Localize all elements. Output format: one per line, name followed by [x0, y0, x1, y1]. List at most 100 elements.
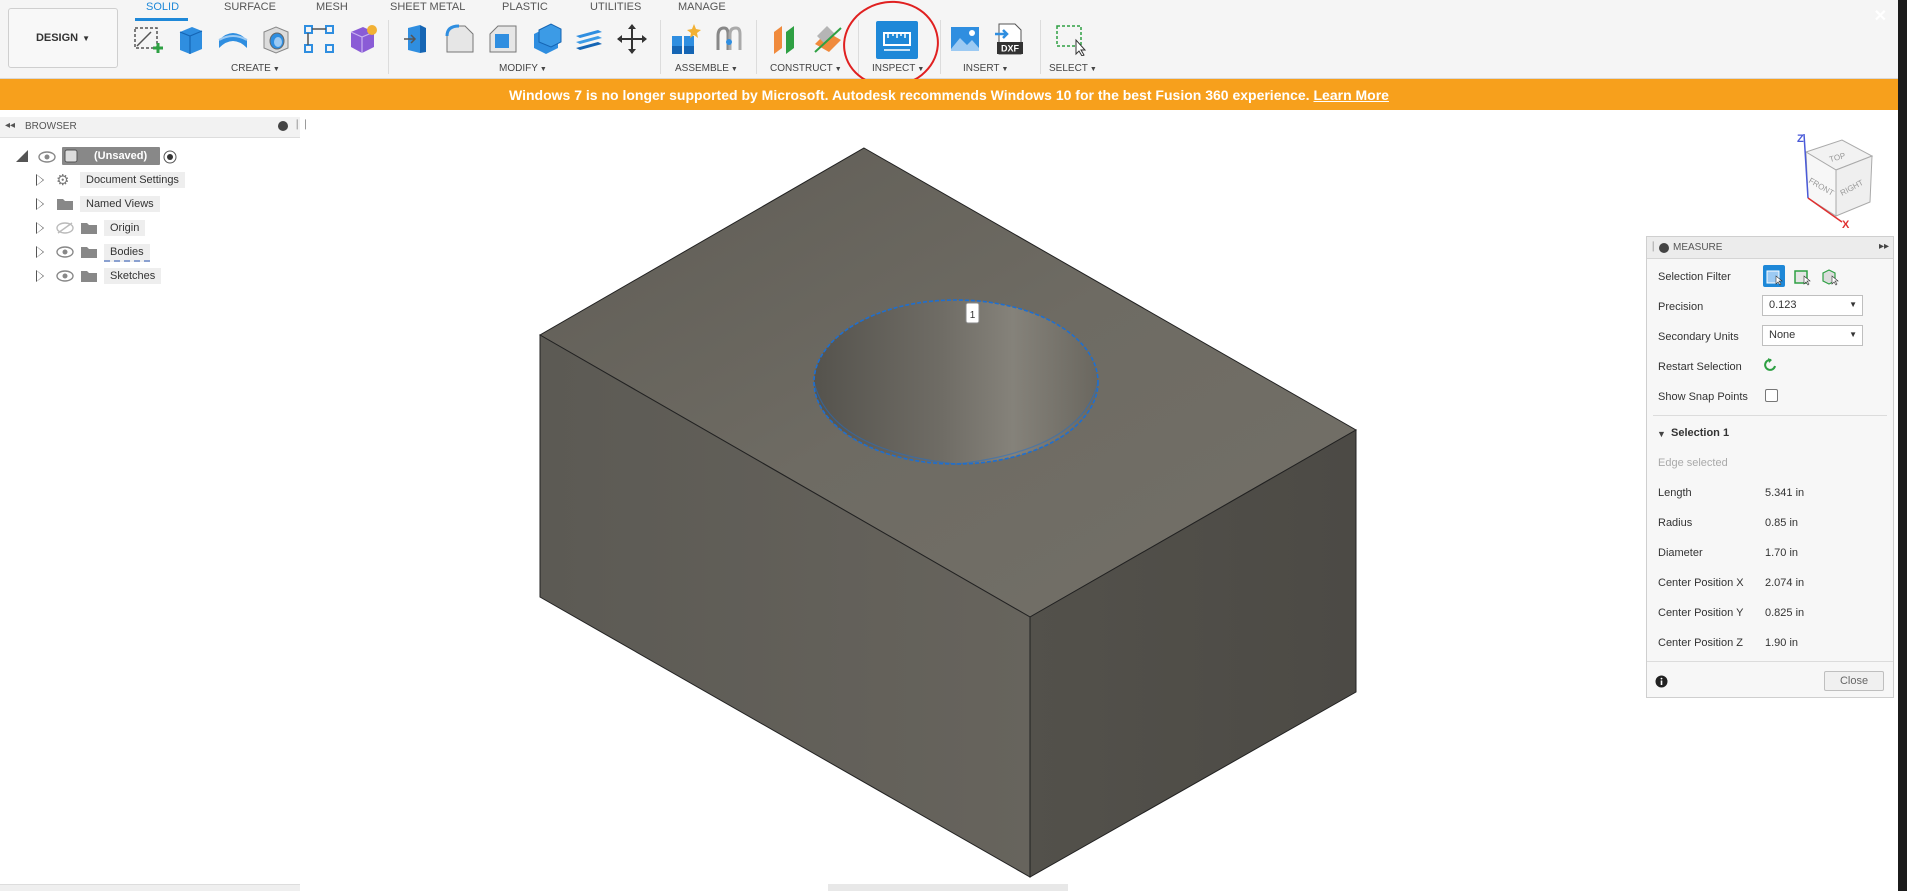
collapse-section-icon[interactable]: ▼ — [1657, 429, 1666, 439]
hidden-eye-icon[interactable] — [56, 222, 74, 234]
workspace-switcher-button[interactable]: DESIGN ▼ — [8, 8, 118, 68]
modify-menu[interactable]: MODIFY ▼ — [499, 63, 547, 74]
browser-item-named-views[interactable]: Named Views — [0, 193, 300, 215]
fillet-icon[interactable] — [443, 22, 477, 56]
expand-panel-icon[interactable]: ▸▸ — [1879, 241, 1889, 252]
browser-item-document-settings[interactable]: ⚙ Document Settings — [0, 169, 300, 191]
pattern-icon[interactable] — [302, 22, 336, 56]
chamfer-icon[interactable] — [486, 22, 520, 56]
plane-at-angle-icon[interactable] — [811, 22, 845, 56]
browser-item-bodies[interactable]: Bodies — [0, 241, 300, 263]
close-button[interactable]: Close — [1824, 671, 1884, 691]
restart-selection-icon[interactable] — [1763, 357, 1779, 373]
shell-icon[interactable] — [529, 22, 563, 56]
edge-selected-status: Edge selected — [1658, 457, 1728, 469]
notification-banner: Windows 7 is no longer supported by Micr… — [0, 79, 1898, 110]
filter-face-button[interactable] — [1763, 265, 1785, 287]
select-menu[interactable]: SELECT ▼ — [1049, 63, 1097, 74]
x-axis-label: X — [1842, 219, 1850, 231]
select-window-icon[interactable] — [1054, 22, 1088, 56]
offset-plane-icon[interactable] — [768, 22, 802, 56]
insert-image-icon[interactable] — [948, 22, 982, 56]
banner-close-icon[interactable]: ✕ — [1874, 6, 1887, 26]
navigation-bar[interactable] — [828, 884, 1068, 891]
secondary-units-select[interactable]: None ▼ — [1762, 325, 1863, 346]
tab-surface[interactable]: SURFACE — [224, 1, 276, 13]
browser-header[interactable]: ◂◂ BROWSER ❘❘ — [0, 117, 310, 138]
precision-select[interactable]: 0.123 ▼ — [1762, 295, 1863, 316]
collapse-browser-icon[interactable]: ◂◂ — [5, 120, 15, 131]
precision-value: 0.123 — [1769, 299, 1797, 311]
timeline-strip — [0, 884, 300, 891]
browser-item-sketches[interactable]: Sketches — [0, 265, 300, 287]
panel-grip-icon[interactable]: ❘ — [1649, 241, 1657, 252]
browser-item-label: Origin — [104, 220, 146, 236]
info-icon[interactable] — [1655, 675, 1668, 688]
hole-icon[interactable] — [259, 22, 293, 56]
measure-panel: ❘ MEASURE ▸▸ Selection Filter Precision … — [1646, 236, 1894, 698]
activate-radio-icon[interactable] — [163, 150, 177, 164]
create-sketch-icon[interactable] — [131, 22, 165, 56]
tab-plastic[interactable]: PLASTIC — [502, 1, 548, 13]
browser-item-origin[interactable]: Origin — [0, 217, 300, 239]
form-icon[interactable] — [345, 22, 379, 56]
z-axis-label: Z — [1797, 133, 1804, 145]
restart-selection-label: Restart Selection — [1658, 361, 1742, 373]
gear-icon: ⚙ — [56, 172, 70, 189]
minimize-icon[interactable] — [278, 121, 288, 131]
view-cube[interactable]: TOP FRONT RIGHT Z X — [1797, 133, 1874, 231]
measure-title: MEASURE — [1673, 242, 1723, 253]
learn-more-link[interactable]: Learn More — [1314, 87, 1389, 103]
hole-edge-selected[interactable] — [813, 299, 1099, 465]
construct-menu[interactable]: CONSTRUCT ▼ — [770, 63, 842, 74]
select-face-icon — [1766, 270, 1783, 286]
tab-mesh[interactable]: MESH — [316, 1, 348, 13]
browser-item-label: Bodies — [104, 244, 150, 262]
result-value: 1.70 in — [1765, 547, 1799, 559]
move-copy-icon[interactable] — [615, 22, 649, 56]
secondary-units-value: None — [1769, 329, 1796, 341]
active-tab-indicator — [135, 18, 188, 21]
create-menu[interactable]: CREATE ▼ — [231, 63, 280, 74]
filter-body-button[interactable] — [1819, 265, 1841, 287]
collapse-triangle-icon[interactable] — [16, 150, 28, 162]
browser-root-row[interactable]: (Unsaved) — [0, 146, 300, 168]
joint-icon[interactable] — [712, 22, 746, 56]
visibility-eye-icon[interactable] — [56, 270, 74, 282]
dxf-text: DXF — [1001, 44, 1020, 54]
panel-grip-icon[interactable]: ❘❘ — [293, 119, 310, 130]
toolbar-divider — [1040, 20, 1041, 74]
tab-solid[interactable]: SOLID — [146, 1, 179, 13]
measure-header[interactable]: ❘ MEASURE ▸▸ — [1647, 237, 1893, 259]
insert-menu[interactable]: INSERT ▼ — [963, 63, 1008, 74]
combine-icon[interactable] — [572, 22, 606, 56]
tab-manage[interactable]: MANAGE — [678, 1, 726, 13]
selection-heading: Selection 1 — [1671, 427, 1730, 439]
new-component-icon[interactable] — [668, 22, 702, 56]
folder-icon — [81, 271, 97, 282]
tab-utilities[interactable]: UTILITIES — [590, 1, 641, 13]
result-label: Center Position Z — [1658, 637, 1743, 649]
dropdown-arrow-icon: ▼ — [1849, 330, 1857, 339]
result-label: Diameter — [1658, 547, 1703, 559]
folder-icon — [81, 247, 97, 258]
expand-arrow-inner — [37, 271, 43, 281]
tab-sheet-metal[interactable]: SHEET METAL — [390, 1, 465, 13]
filter-edge-button[interactable] — [1791, 265, 1813, 287]
assemble-menu[interactable]: ASSEMBLE ▼ — [675, 63, 738, 74]
result-value: 2.074 in — [1765, 577, 1805, 589]
secondary-units-label: Secondary Units — [1658, 331, 1739, 343]
press-pull-icon[interactable] — [400, 22, 434, 56]
folder-icon — [57, 199, 73, 210]
toolbar-divider — [940, 20, 941, 74]
extrude-icon[interactable] — [174, 22, 208, 56]
toolbar-divider — [388, 20, 389, 74]
visibility-eye-icon[interactable] — [56, 246, 74, 258]
collapse-panel-icon[interactable] — [1659, 243, 1669, 253]
visibility-eye-icon[interactable] — [38, 151, 56, 163]
selection-filter-label: Selection Filter — [1658, 271, 1731, 283]
browser-title: BROWSER — [25, 121, 77, 132]
insert-dxf-icon[interactable]: DXF — [993, 22, 1027, 56]
revolve-icon[interactable] — [216, 22, 250, 56]
show-snap-points-checkbox[interactable] — [1765, 389, 1778, 402]
